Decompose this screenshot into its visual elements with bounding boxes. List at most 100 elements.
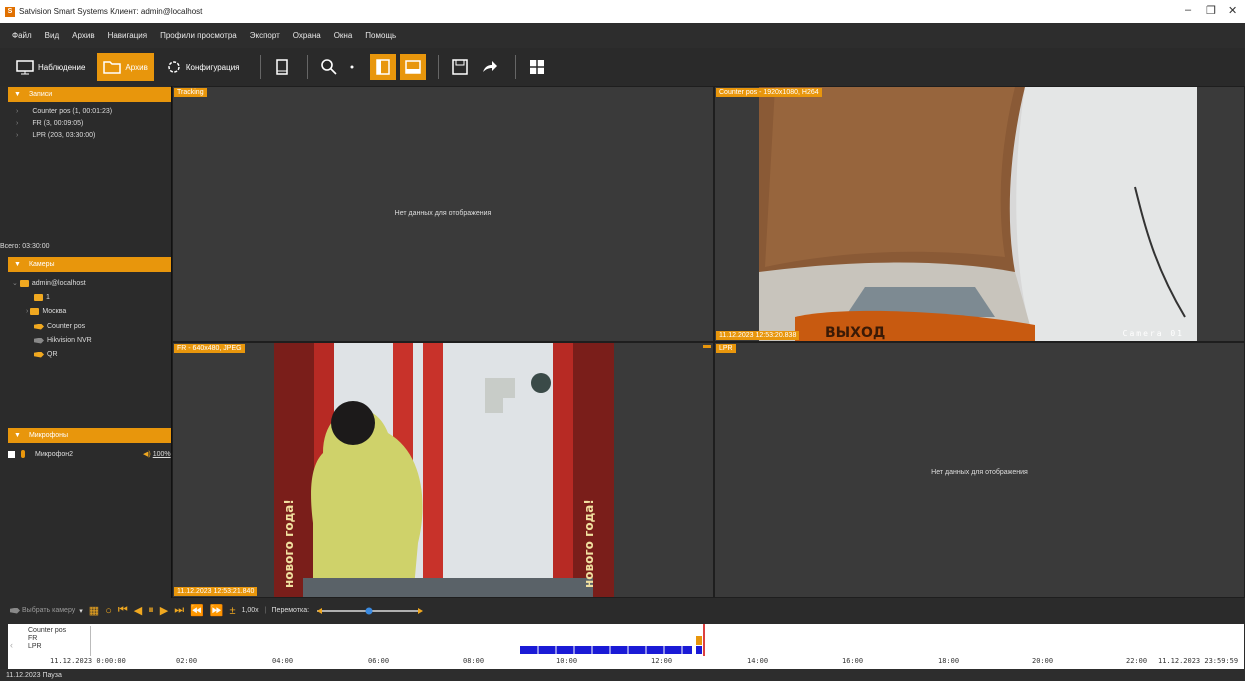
camera-tree-item[interactable]: Counter pos (34, 323, 85, 330)
skip-to-end-icon[interactable]: ⏭ (174, 604, 184, 617)
mic-item[interactable]: Микрофон2 (8, 450, 73, 458)
mic-item-label: Микрофон2 (35, 450, 74, 458)
video-tile-lpr[interactable]: LPR Нет данных для отображения (714, 342, 1245, 598)
config-button[interactable]: Конфигурация (160, 53, 246, 81)
record-item-label: Counter pos (1, 00:01:23) (32, 108, 113, 115)
folder-icon (34, 294, 43, 301)
menu-file[interactable]: Файл (12, 31, 32, 40)
video-timestamp: 11.12.2023 12:53:21.840 (174, 587, 258, 596)
timeline-tick: 18:00 (938, 657, 960, 665)
observe-button[interactable]: Наблюдение (10, 53, 91, 81)
panel-left-toggle[interactable] (369, 54, 396, 80)
search-dropdown-button[interactable] (346, 54, 358, 80)
records-total: Всего: 03:30:00 (0, 243, 50, 250)
mic-volume[interactable]: ◀) 100% (143, 450, 171, 459)
camera-tree-item[interactable]: QR (34, 351, 58, 358)
camera-select-dropdown[interactable]: Выбрать камеру (22, 607, 75, 614)
rewind-label: Перемотка: (271, 607, 310, 614)
chevron-down-icon[interactable]: ▾ (79, 607, 83, 615)
menu-view-profiles[interactable]: Профили просмотра (160, 31, 237, 40)
speed-adjust-icon[interactable]: ± (230, 605, 236, 617)
search-button[interactable] (316, 54, 342, 80)
recording-indicator (703, 345, 711, 348)
collapse-triangle-icon: ▼ (14, 261, 21, 268)
collapse-triangle-icon: ▼ (14, 91, 21, 98)
close-button[interactable]: ✕ (1228, 4, 1237, 17)
cameras-header[interactable]: ▼ Камеры (8, 257, 171, 272)
menu-export[interactable]: Экспорт (250, 31, 280, 40)
arrow-forward-icon (482, 61, 497, 72)
svg-text:нового года!: нового года! (282, 499, 296, 588)
no-data-message: Нет данных для отображения (394, 210, 492, 217)
camera-tree-root[interactable]: ⌄ admin@localhost (12, 279, 86, 287)
camera-tree-item-label: Counter pos (47, 323, 86, 330)
menu-security[interactable]: Охрана (293, 31, 321, 40)
video-tile-fr[interactable]: нового года! нового года! FR - 640x480, … (172, 342, 714, 598)
app-logo-icon: S (5, 6, 15, 17)
camera-icon (34, 323, 44, 330)
status-text: 11.12.2023 Пауза (6, 671, 62, 679)
playback-controls: Выбрать камеру ▾ ▦ ○ ⏮ ◀ ⏸ ▶ ⏭ ⏪ ⏩ ± 1,0… (0, 598, 1245, 623)
share-button[interactable] (477, 54, 503, 80)
menu-windows[interactable]: Окна (334, 31, 353, 40)
play-icon[interactable]: ▶ (160, 604, 168, 617)
svg-text:нового года!: нового года! (582, 499, 596, 588)
rewind-icon[interactable]: ⏪ (190, 604, 204, 617)
timeline-tick: 12:00 (651, 657, 673, 665)
mics-header[interactable]: ▼ Микрофоны (8, 428, 171, 443)
counter-pos-frame: ВЫХОД (715, 87, 1244, 341)
cameras-header-label: Камеры (28, 261, 55, 268)
folder-icon (30, 308, 40, 315)
menu-help[interactable]: Помощь (365, 31, 396, 40)
camera-tree-folder[interactable]: › Москва (26, 308, 66, 315)
menu-bar: Файл Вид Архив Навигация Профили просмот… (0, 23, 1245, 48)
tablet-button[interactable] (269, 54, 295, 80)
menu-view[interactable]: Вид (45, 31, 59, 40)
records-header[interactable]: ▼ Записи (8, 87, 171, 102)
camera-tree-folder[interactable]: 1 (34, 294, 50, 301)
video-tile-counter-pos[interactable]: ВЫХОД Counter pos - 1920x1080, H264 Came… (714, 86, 1245, 342)
video-timestamp: 11.12.2023 12:53:20.838 (716, 331, 800, 340)
calendar-icon[interactable]: ▦ (89, 604, 99, 617)
menu-archive[interactable]: Архив (72, 31, 94, 40)
timeline-tick: 06:00 (368, 657, 390, 665)
archive-button[interactable]: Архив (97, 53, 154, 81)
search-icon (320, 59, 337, 75)
record-item[interactable]: › Counter pos (1, 00:01:23) (16, 108, 112, 115)
record-item-label: LPR (203, 03:30:00) (32, 132, 96, 139)
camera-tree-item[interactable]: Hikvision NVR (34, 337, 92, 344)
menu-navigation[interactable]: Навигация (108, 31, 148, 40)
gear-icon (168, 61, 180, 73)
pause-icon[interactable]: ⏸ (148, 604, 154, 617)
record-item[interactable]: › FR (3, 00:09:05) (16, 120, 83, 127)
timeline[interactable]: ‹ Counter pos FR LPR 11.12.2023 0:00:00 … (8, 624, 1244, 669)
save-button[interactable] (447, 54, 473, 80)
camera-tree-folder-label: 1 (46, 294, 50, 301)
step-back-icon[interactable]: ◀ (134, 604, 142, 617)
chevron-right-icon: › (16, 120, 19, 127)
speaker-icon: ◀) (143, 451, 151, 458)
folder-icon (103, 61, 122, 74)
camera-offline-icon (34, 337, 44, 344)
record-item-label: FR (3, 00:09:05) (32, 120, 84, 127)
microphone-icon (21, 450, 25, 458)
video-tile-label: FR - 640x480, JPEG (174, 344, 245, 353)
search-icon[interactable]: ○ (105, 605, 112, 617)
minimize-button[interactable]: – (1185, 4, 1191, 16)
restore-button[interactable]: ❐ (1206, 4, 1216, 17)
fast-forward-icon[interactable]: ⏩ (210, 604, 224, 617)
skip-to-start-icon[interactable]: ⏮ (118, 604, 128, 617)
record-item[interactable]: › LPR (203, 03:30:00) (16, 132, 95, 139)
toolbar-divider (259, 55, 261, 79)
layout-grid-button[interactable] (524, 54, 550, 80)
mic-checkbox[interactable] (8, 450, 15, 458)
panel-bottom-toggle[interactable] (399, 54, 426, 80)
video-tile-tracking[interactable]: Tracking Нет данных для отображения (172, 86, 714, 342)
floppy-icon (451, 59, 468, 75)
rewind-slider[interactable] (315, 606, 425, 616)
main-toolbar: Наблюдение Архив Конфигурация (0, 48, 1245, 86)
grid-icon (529, 60, 544, 74)
chevron-right-icon: › (26, 308, 29, 315)
panel-left-icon (375, 59, 390, 75)
server-icon (19, 279, 29, 287)
